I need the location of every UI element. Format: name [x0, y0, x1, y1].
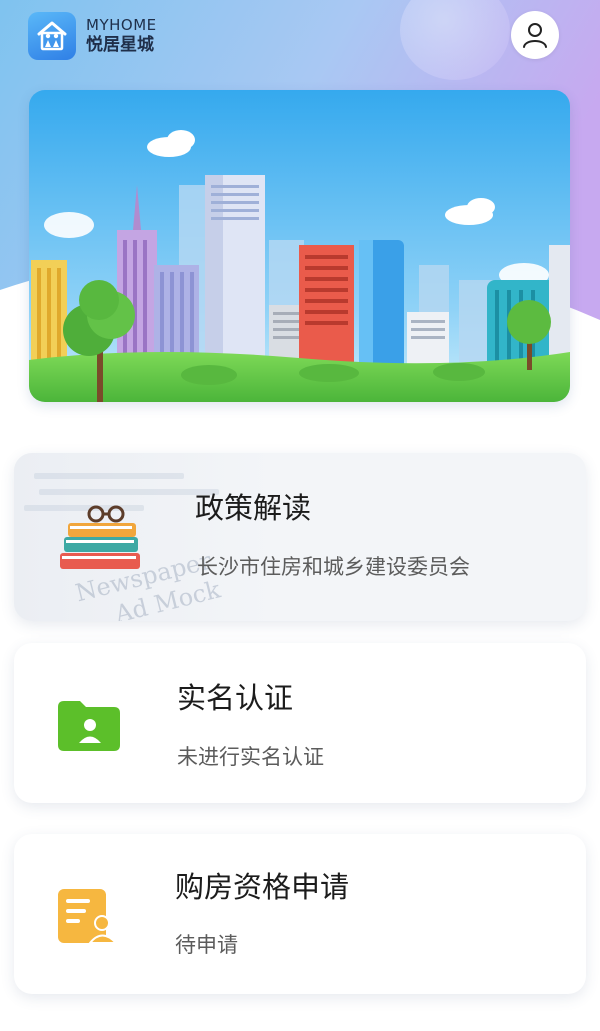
purchase-qualification-card[interactable]: 购房资格申请 待申请	[14, 834, 586, 994]
city-skyline-illustration	[29, 90, 570, 402]
brand-name-en: MYHOME	[86, 16, 157, 35]
city-skyline-banner[interactable]	[29, 90, 570, 402]
purchase-qualification-status: 待申请	[175, 933, 238, 957]
real-name-auth-card[interactable]: 实名认证 未进行实名认证	[14, 643, 586, 803]
id-folder-icon	[56, 699, 122, 757]
real-name-auth-status: 未进行实名认证	[177, 745, 324, 769]
house-family-icon	[28, 12, 76, 60]
brand-logo[interactable]: MYHOME 悦居星城	[28, 12, 157, 60]
books-glasses-icon	[54, 505, 146, 581]
user-icon	[523, 23, 547, 48]
policy-card[interactable]: Newspaper Ad Mock 政策解读 长沙市住房和城乡建设委员会	[14, 453, 586, 621]
policy-title: 政策解读	[195, 491, 312, 525]
brand-text: MYHOME 悦居星城	[86, 17, 157, 54]
purchase-qualification-title: 购房资格申请	[175, 870, 350, 904]
profile-button[interactable]	[511, 11, 559, 59]
screen: MYHOME 悦居星城 Newspaper Ad Mock 政策解读 长沙市住房…	[0, 0, 600, 1031]
application-form-icon	[56, 887, 120, 949]
brand-name-cn: 悦居星城	[86, 34, 154, 55]
real-name-auth-title: 实名认证	[177, 681, 294, 715]
policy-subtitle: 长沙市住房和城乡建设委员会	[197, 555, 470, 579]
